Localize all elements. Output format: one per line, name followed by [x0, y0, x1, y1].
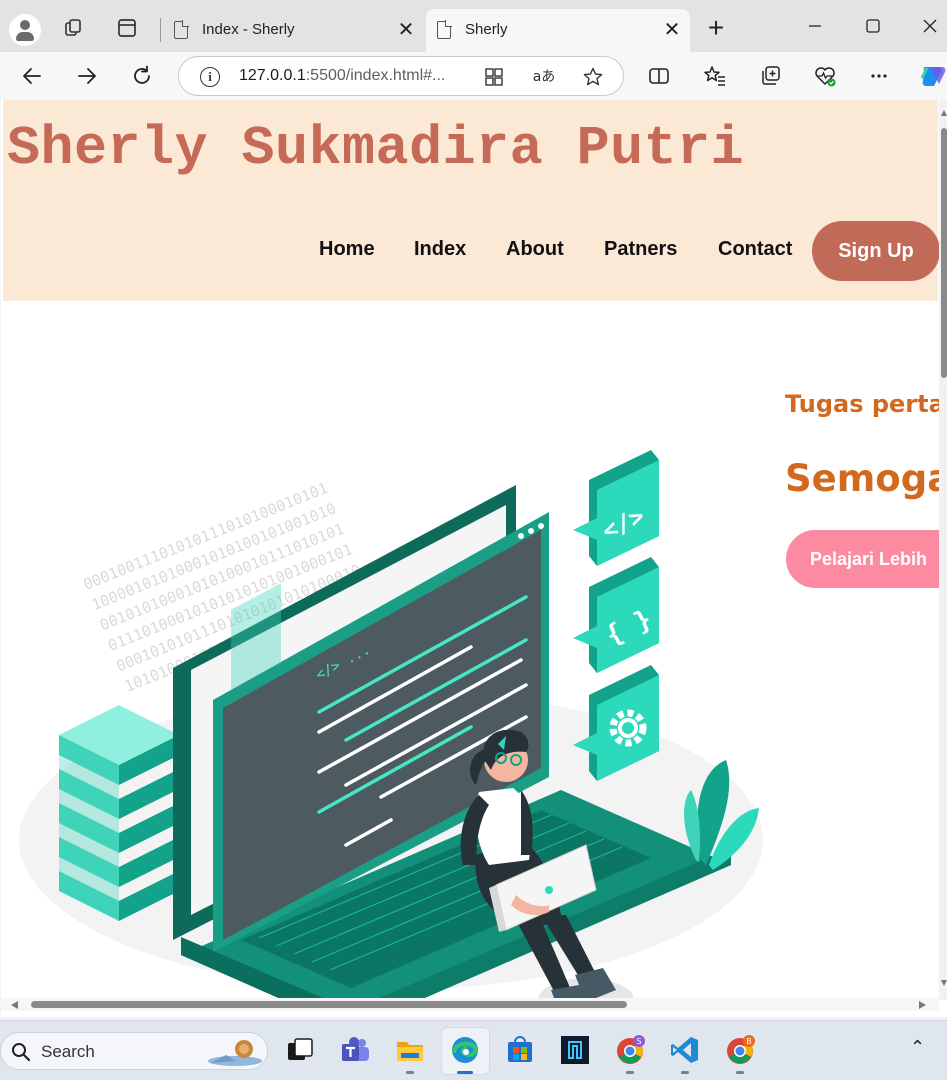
address-url[interactable]: 127.0.0.1:5500/index.html#... — [239, 67, 445, 85]
browser-essentials-icon[interactable] — [813, 64, 837, 88]
teams-icon[interactable] — [339, 1034, 371, 1066]
copilot-icon[interactable] — [918, 64, 947, 88]
scroll-left-arrow-icon[interactable] — [11, 1001, 18, 1009]
hero-title: Semoga — [785, 457, 947, 500]
minimize-icon[interactable] — [803, 14, 827, 38]
scroll-down-arrow-icon[interactable] — [941, 980, 947, 986]
profile-avatar-icon[interactable] — [9, 14, 41, 46]
page-viewport: Sherly Sukmadira Putri Home Index About … — [1, 100, 947, 1017]
running-indicator-active — [457, 1071, 473, 1074]
hero-subtitle: Tugas pertar — [785, 390, 947, 418]
task-view-icon[interactable] — [284, 1034, 316, 1066]
app-icon[interactable] — [559, 1034, 591, 1066]
scroll-up-arrow-icon[interactable] — [941, 110, 947, 116]
learn-more-button[interactable]: Pelajari Lebih — [786, 530, 947, 588]
browser-toolbar: i 127.0.0.1:5500/index.html#... aあ — [0, 52, 947, 100]
nav-contact[interactable]: Contact — [718, 238, 792, 261]
forward-icon[interactable] — [75, 64, 99, 88]
server-stack-icon — [59, 705, 179, 921]
tab-strip: Index - Sherly ✕ Sherly ✕ + — [0, 0, 947, 52]
tab-title: Index - Sherly — [202, 21, 295, 38]
more-options-icon[interactable] — [867, 64, 891, 88]
close-tab-icon[interactable]: ✕ — [396, 20, 416, 40]
close-tab-icon[interactable]: ✕ — [662, 20, 682, 40]
search-label: Search — [41, 1042, 95, 1061]
maximize-icon[interactable] — [861, 14, 885, 38]
site-info-icon[interactable]: i — [200, 67, 220, 87]
chrome-profile-s-icon[interactable]: S — [614, 1034, 646, 1066]
page-icon — [437, 20, 452, 39]
running-indicator — [626, 1071, 634, 1074]
nav-index[interactable]: Index — [414, 238, 466, 261]
profile-s-badge: S — [636, 1037, 641, 1046]
read-aloud-icon[interactable]: aあ — [531, 66, 557, 88]
profile-b-badge: B — [746, 1037, 752, 1046]
vertical-scroll-thumb[interactable] — [941, 128, 947, 378]
file-explorer-icon[interactable] — [394, 1034, 426, 1066]
microsoft-store-icon[interactable] — [504, 1034, 536, 1066]
nav-about[interactable]: About — [506, 238, 564, 261]
url-path: :5500/index.html#... — [305, 67, 446, 84]
new-tab-button[interactable]: + — [704, 14, 728, 42]
tab-sherly[interactable]: Sherly ✕ — [426, 9, 690, 52]
edge-icon[interactable] — [449, 1034, 481, 1066]
address-bar[interactable]: i 127.0.0.1:5500/index.html#... aあ — [178, 56, 624, 96]
chrome-profile-b-icon[interactable]: B — [724, 1034, 756, 1066]
close-window-icon[interactable] — [918, 14, 942, 38]
running-indicator — [681, 1071, 689, 1074]
workspaces-icon[interactable] — [63, 17, 85, 39]
split-screen-icon[interactable] — [647, 64, 671, 88]
taskbar-search[interactable]: Search — [0, 1032, 268, 1070]
hero-illustration: 00010011101010111010100010101 1000010101… — [19, 450, 763, 1000]
horizontal-scroll-thumb[interactable] — [31, 1001, 627, 1008]
favorites-icon[interactable] — [703, 64, 727, 88]
site-header: Sherly Sukmadira Putri Home Index About … — [3, 100, 940, 301]
page-icon — [174, 20, 189, 39]
scroll-right-arrow-icon[interactable] — [919, 1001, 926, 1009]
search-icon — [12, 1043, 31, 1062]
signup-button[interactable]: Sign Up — [812, 221, 940, 281]
vertical-scrollbar[interactable] — [939, 100, 947, 1000]
horizontal-scrollbar[interactable] — [1, 998, 939, 1011]
nav-patners[interactable]: Patners — [604, 238, 677, 261]
app-available-icon[interactable] — [483, 66, 505, 88]
nav-home[interactable]: Home — [319, 238, 375, 261]
back-icon[interactable] — [20, 64, 44, 88]
tab-actions-icon[interactable] — [116, 17, 138, 39]
running-indicator — [736, 1071, 744, 1074]
search-highlight-icon — [208, 1040, 262, 1066]
windows-taskbar: Search S B ⌃ — [0, 1020, 947, 1080]
tab-divider — [160, 18, 161, 42]
braces-card-icon: { } — [573, 557, 659, 673]
site-logo[interactable]: Sherly Sukmadira Putri — [7, 117, 744, 180]
collections-icon[interactable] — [759, 64, 783, 88]
favorite-star-icon[interactable] — [582, 66, 604, 88]
tab-title: Sherly — [465, 21, 508, 38]
show-hidden-icons-chevron-icon[interactable]: ⌃ — [910, 1037, 925, 1058]
url-host: 127.0.0.1 — [239, 67, 306, 84]
code-tag-card-icon: </> — [573, 450, 659, 566]
running-indicator — [406, 1071, 414, 1074]
refresh-icon[interactable] — [130, 64, 154, 88]
tab-index-sherly[interactable]: Index - Sherly ✕ — [163, 9, 424, 52]
vscode-icon[interactable] — [669, 1034, 701, 1066]
